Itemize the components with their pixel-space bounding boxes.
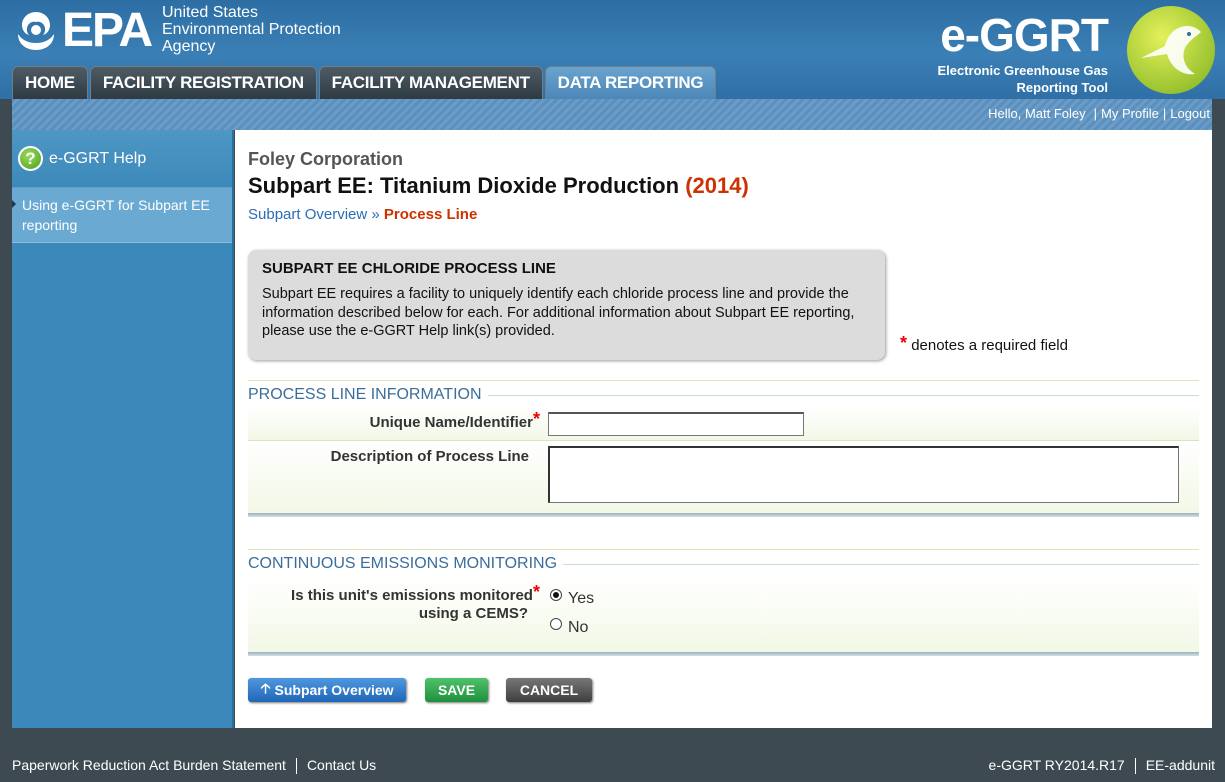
section-heading-rule	[487, 394, 1199, 396]
logout-link[interactable]: Logout	[1170, 106, 1210, 121]
site-footer: Paperwork Reduction Act Burden Statement…	[0, 728, 1225, 782]
section-divider	[248, 380, 1199, 381]
save-button[interactable]: SAVE	[425, 678, 488, 702]
required-asterisk: *	[900, 333, 908, 353]
eggrt-logo: e-GGRT Electronic Greenhouse Gas Reporti…	[915, 4, 1215, 96]
unique-name-label-text: Unique Name/Identifier	[369, 414, 533, 431]
agency-line-2: Environmental Protection	[162, 21, 341, 38]
epa-wordmark: EPA	[62, 4, 153, 57]
cancel-button[interactable]: CANCEL	[506, 678, 592, 702]
page-title: Subpart EE: Titanium Dioxide Production …	[248, 173, 749, 199]
eggrt-subtitle-line-1: Electronic Greenhouse Gas	[937, 63, 1108, 78]
breadcrumb-subpart-overview[interactable]: Subpart Overview	[248, 206, 367, 223]
footer-version-info: e-GGRT RY2014.R17 EE-addunit	[988, 757, 1215, 775]
user-greeting: Hello, Matt Foley	[988, 106, 1086, 121]
page-title-text: Subpart EE: Titanium Dioxide Production	[248, 173, 680, 198]
required-field-note: * denotes a required field	[900, 333, 1068, 358]
section-bottom-border	[248, 513, 1199, 517]
cems-question-line-1: Is this unit's emissions monitored	[291, 587, 533, 604]
section-divider	[248, 549, 1199, 550]
radio-no-label: No	[568, 619, 589, 636]
cems-option-no[interactable]: No	[550, 618, 589, 637]
tab-facility-management[interactable]: FACILITY MANAGEMENT	[318, 66, 543, 99]
tab-facility-registration[interactable]: FACILITY REGISTRATION	[89, 66, 317, 99]
user-links-separator: |	[1162, 106, 1167, 121]
epa-logo[interactable]: EPA	[12, 4, 153, 57]
env-label: EE-addunit	[1145, 757, 1215, 773]
footer-links: Paperwork Reduction Act Burden Statement…	[12, 757, 376, 775]
cems-option-yes[interactable]: Yes	[550, 589, 595, 608]
user-links: Hello, Matt Foley | My Profile | Logout	[984, 106, 1210, 121]
info-box-heading: SUBPART EE CHLORIDE PROCESS LINE	[262, 260, 556, 277]
user-links-separator: |	[1093, 106, 1098, 121]
required-asterisk: *	[532, 409, 540, 429]
section-heading: PROCESS LINE INFORMATION	[248, 386, 482, 403]
main-content: Foley Corporation Subpart EE: Titanium D…	[235, 130, 1212, 728]
subpart-overview-button[interactable]: 🡡 Subpart Overview	[248, 678, 406, 702]
eggrt-subtitle-line-2: Reporting Tool	[1016, 80, 1108, 95]
info-box-text: Subpart EE requires a facility to unique…	[262, 286, 855, 339]
contact-us-link[interactable]: Contact Us	[307, 757, 376, 773]
version-label: e-GGRT RY2014.R17	[988, 757, 1125, 773]
unique-name-label: Unique Name/Identifier*	[248, 410, 540, 432]
user-bar: Hello, Matt Foley | My Profile | Logout	[12, 99, 1212, 130]
site-header: EPA United States Environmental Protecti…	[0, 0, 1225, 99]
reporting-year: (2014)	[685, 173, 749, 198]
help-header: ? e-GGRT Help	[12, 130, 232, 188]
info-box: SUBPART EE CHLORIDE PROCESS LINE Subpart…	[248, 250, 885, 360]
cems-question-label: Is this unit's emissions monitored* usin…	[248, 583, 540, 623]
eggrt-title: e-GGRT	[940, 9, 1109, 61]
main-nav-tabs: HOME FACILITY REGISTRATION FACILITY MANA…	[12, 66, 717, 99]
section-heading: CONTINUOUS EMISSIONS MONITORING	[248, 555, 558, 572]
section-bottom-border	[248, 652, 1199, 656]
tab-home[interactable]: HOME	[12, 66, 88, 99]
section-heading-rule	[563, 563, 1199, 565]
breadcrumb-current: Process Line	[383, 206, 478, 223]
section-process-line-info: PROCESS LINE INFORMATION	[248, 386, 1199, 404]
description-label: Description of Process Line	[330, 448, 529, 465]
unique-name-input[interactable]	[548, 412, 804, 436]
footer-divider	[295, 758, 297, 775]
radio-yes-label: Yes	[568, 590, 595, 607]
paperwork-link[interactable]: Paperwork Reduction Act Burden Statement	[12, 757, 286, 773]
cems-question-line-2: using a CEMS?	[418, 605, 528, 622]
required-note-text: denotes a required field	[911, 337, 1068, 354]
help-question-icon: ?	[18, 146, 43, 171]
tab-data-reporting[interactable]: DATA REPORTING	[544, 66, 717, 99]
company-name: Foley Corporation	[248, 149, 404, 169]
breadcrumb: Subpart Overview » Process Line	[248, 206, 477, 223]
my-profile-link[interactable]: My Profile	[1101, 106, 1159, 121]
agency-name: United States Environmental Protection A…	[162, 4, 341, 55]
eggrt-bird-icon	[1127, 6, 1215, 94]
help-link-subpart-ee[interactable]: Using e-GGRT for Subpart EE reporting	[12, 188, 232, 243]
footer-divider	[1134, 758, 1136, 775]
required-asterisk: *	[532, 582, 540, 602]
radio-no[interactable]	[550, 618, 562, 630]
agency-line-1: United States	[162, 4, 259, 21]
arrow-up-icon: 🡡	[260, 680, 271, 696]
breadcrumb-separator: »	[371, 206, 380, 223]
subpart-overview-button-label: Subpart Overview	[274, 682, 394, 698]
agency-line-3: Agency	[162, 38, 216, 55]
eggrt-subtitle: Electronic Greenhouse Gas Reporting Tool	[937, 62, 1108, 96]
description-textarea[interactable]	[548, 446, 1179, 503]
epa-flower-icon	[12, 8, 60, 54]
help-title: e-GGRT Help	[49, 149, 147, 167]
help-sidebar: ? e-GGRT Help Using e-GGRT for Subpart E…	[12, 130, 234, 728]
radio-yes[interactable]	[550, 589, 562, 601]
section-cems: CONTINUOUS EMISSIONS MONITORING	[248, 555, 1199, 573]
